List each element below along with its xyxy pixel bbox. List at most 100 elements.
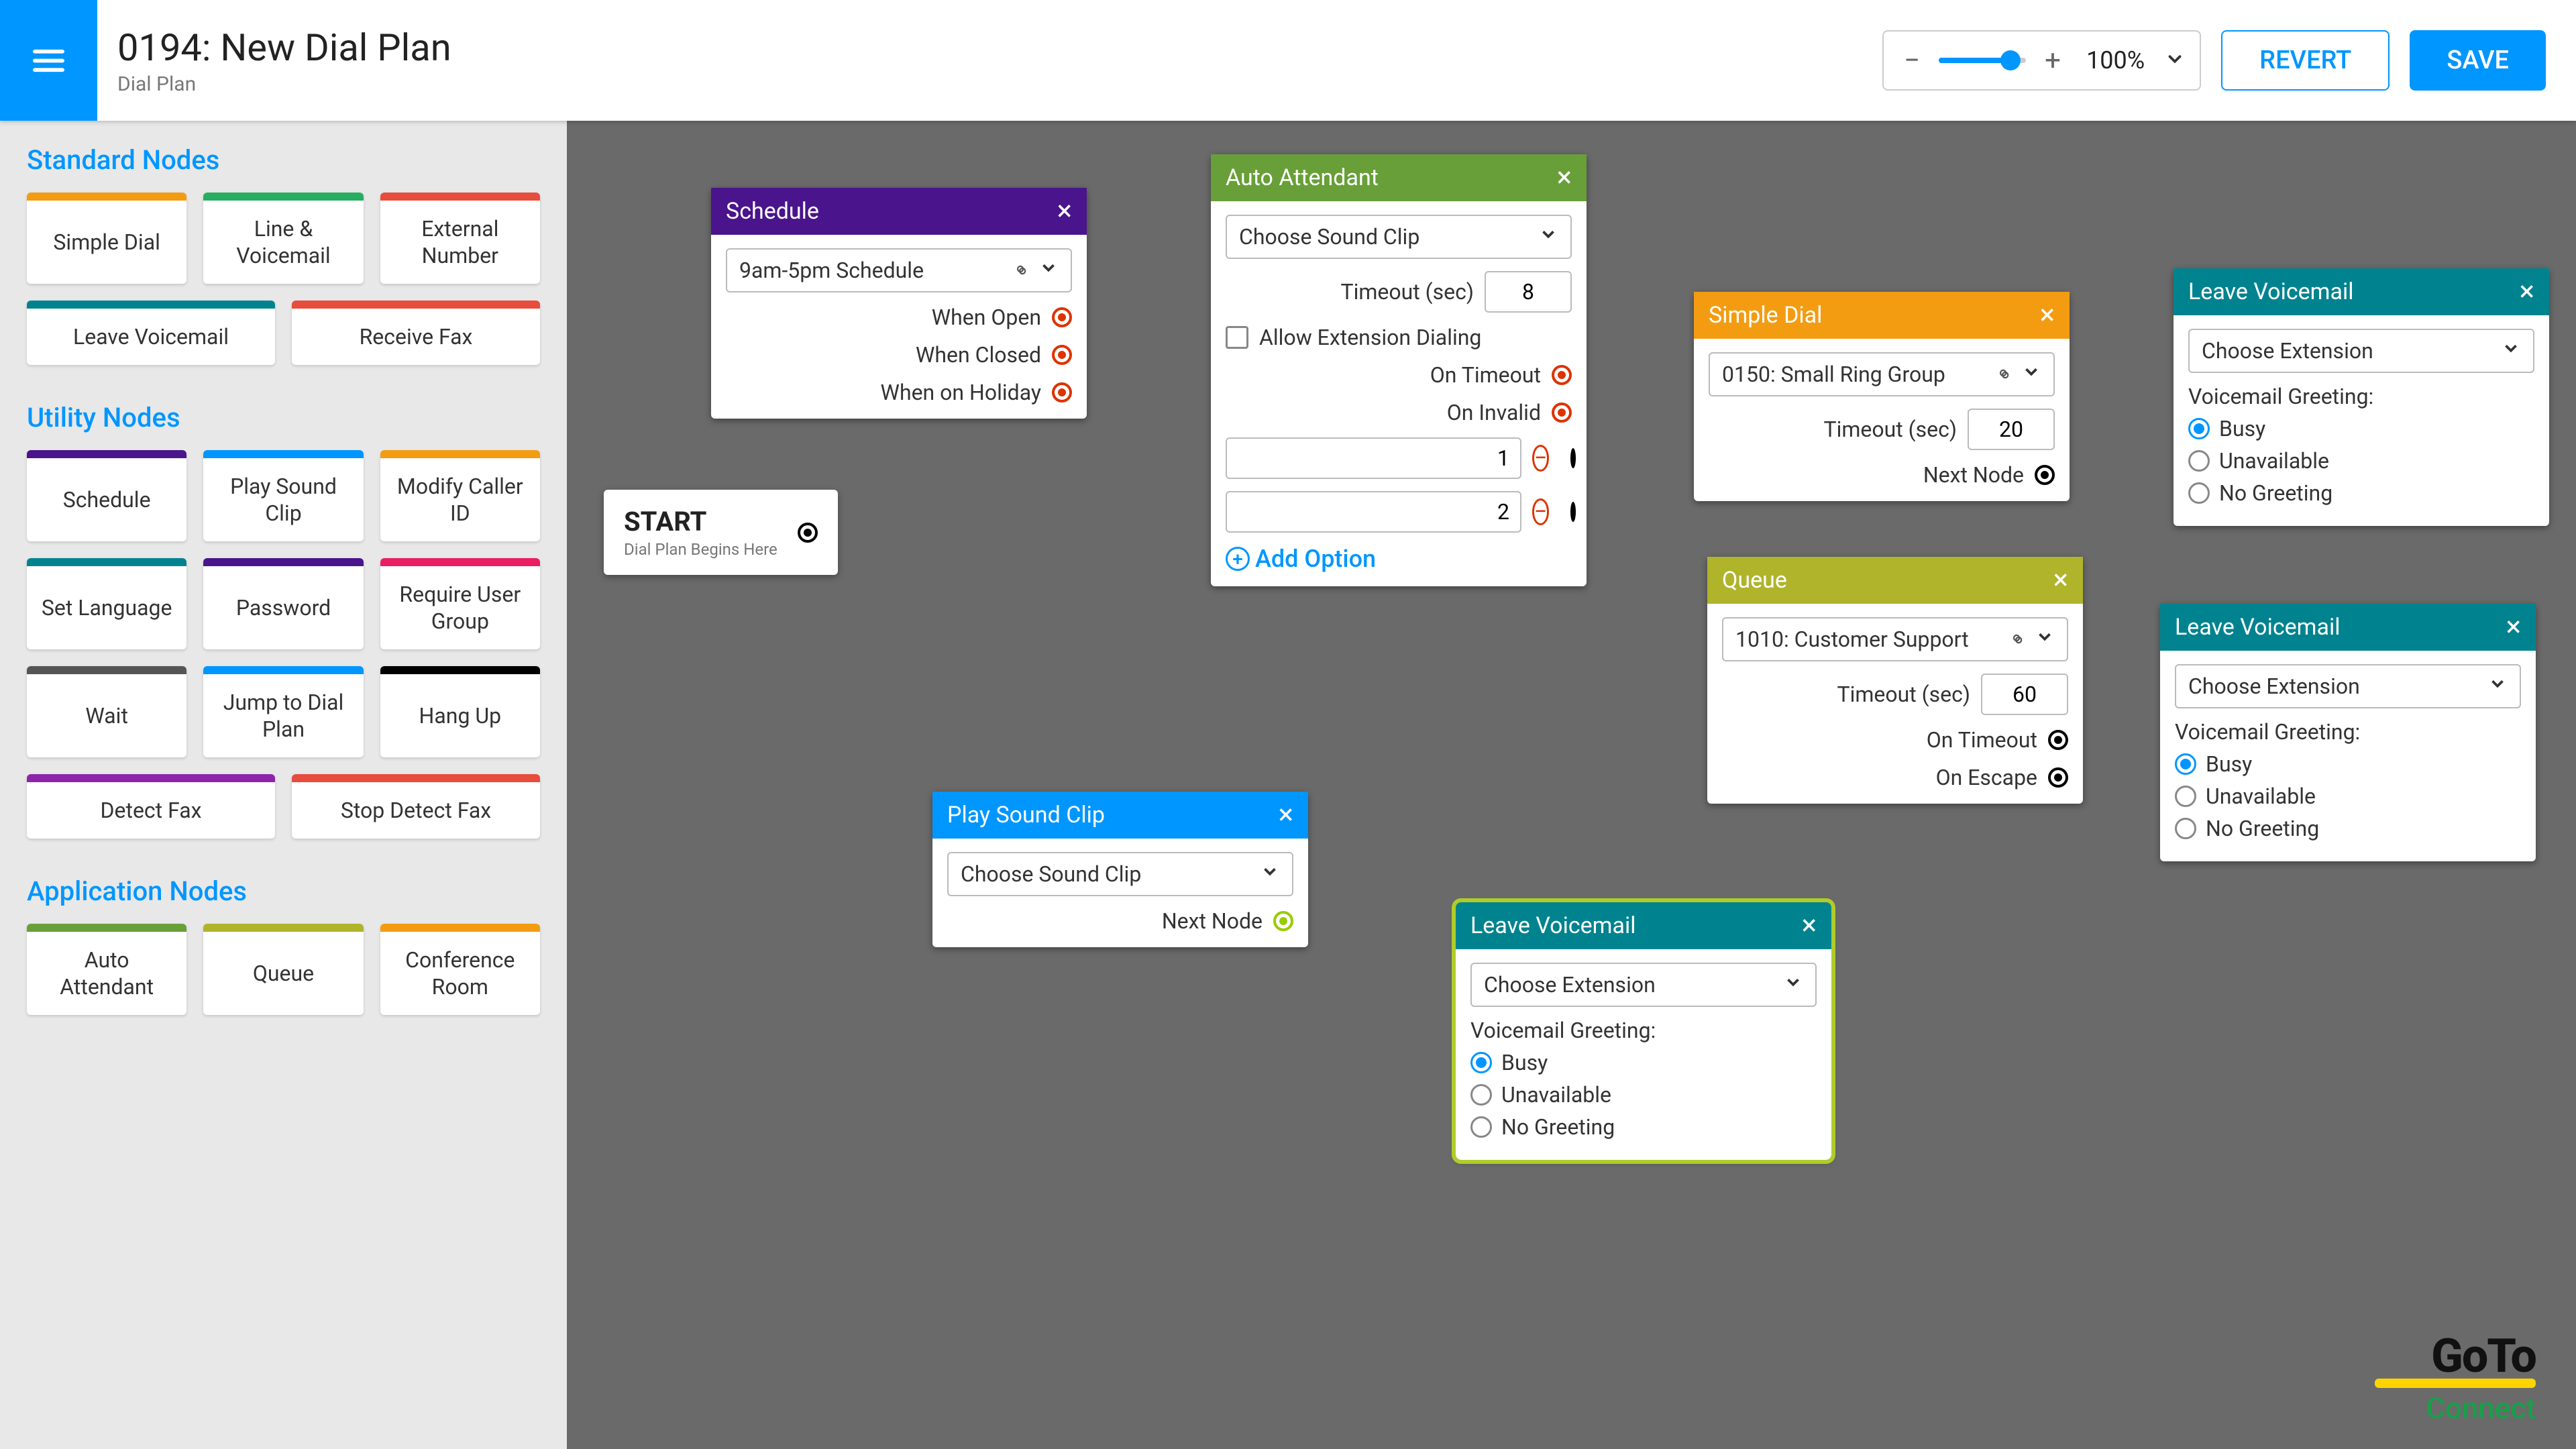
- palette-item[interactable]: Password: [203, 558, 363, 649]
- voicemail-header[interactable]: Leave Voicemail ×: [2160, 604, 2536, 651]
- voicemail-header[interactable]: Leave Voicemail ×: [2174, 268, 2549, 315]
- soundclip-select[interactable]: Choose Sound Clip: [1226, 215, 1572, 259]
- start-node[interactable]: START Dial Plan Begins Here: [604, 490, 838, 575]
- auto-attendant-node[interactable]: Auto Attendant × Choose Sound Clip Timeo…: [1211, 154, 1587, 586]
- palette-item[interactable]: Play Sound Clip: [203, 450, 363, 541]
- output-port[interactable]: [1570, 502, 1576, 522]
- link-icon: ⚭: [1989, 360, 2018, 389]
- greeting-none[interactable]: No Greeting: [1470, 1114, 1817, 1140]
- palette-item[interactable]: Modify Caller ID: [380, 450, 540, 541]
- queue-select[interactable]: 1010: Customer Support ⚭: [1722, 617, 2068, 661]
- extension-select[interactable]: Choose Extension: [1470, 963, 1817, 1007]
- output-port[interactable]: [1552, 365, 1572, 385]
- timeout-input[interactable]: [1981, 674, 2068, 715]
- palette-item[interactable]: Hang Up: [380, 666, 540, 757]
- palette-item[interactable]: Line & Voicemail: [203, 193, 363, 284]
- greeting-unavailable[interactable]: Unavailable: [2175, 784, 2521, 809]
- simple-dial-header[interactable]: Simple Dial ×: [1694, 292, 2070, 339]
- voicemail-header[interactable]: Leave Voicemail ×: [1456, 902, 1831, 949]
- palette-label: Set Language: [27, 566, 186, 649]
- palette-item[interactable]: External Number: [380, 193, 540, 284]
- output-port[interactable]: [2048, 730, 2068, 750]
- close-icon[interactable]: ×: [2053, 566, 2068, 594]
- chevron-down-icon[interactable]: [2165, 49, 2185, 72]
- greeting-unavailable[interactable]: Unavailable: [2188, 448, 2534, 474]
- greeting-busy[interactable]: Busy: [2175, 751, 2521, 777]
- close-icon[interactable]: ×: [2506, 613, 2521, 641]
- output-port[interactable]: [798, 523, 818, 543]
- close-icon[interactable]: ×: [2520, 278, 2534, 306]
- output-port[interactable]: [1052, 307, 1072, 327]
- palette-item[interactable]: Schedule: [27, 450, 186, 541]
- output-port[interactable]: [2048, 767, 2068, 788]
- palette-item[interactable]: Conference Room: [380, 924, 540, 1015]
- play-sound-header[interactable]: Play Sound Clip ×: [932, 792, 1308, 839]
- play-sound-node[interactable]: Play Sound Clip × Choose Sound Clip Next…: [932, 792, 1308, 947]
- start-title: START: [624, 506, 777, 537]
- auto-attendant-header[interactable]: Auto Attendant ×: [1211, 154, 1587, 201]
- palette-item[interactable]: Receive Fax: [292, 301, 540, 365]
- schedule-header[interactable]: Schedule ×: [711, 188, 1087, 235]
- close-icon[interactable]: ×: [1057, 197, 1072, 225]
- output-port[interactable]: [2035, 465, 2055, 485]
- palette-item[interactable]: Simple Dial: [27, 193, 186, 284]
- palette-item[interactable]: Set Language: [27, 558, 186, 649]
- output-port[interactable]: [1552, 402, 1572, 423]
- zoom-in-button[interactable]: +: [2039, 44, 2066, 77]
- queue-node[interactable]: Queue × 1010: Customer Support ⚭ Timeout…: [1707, 557, 2083, 804]
- extension-select[interactable]: Choose Extension: [2188, 329, 2534, 373]
- zoom-slider[interactable]: [1939, 58, 2026, 63]
- remove-option-button[interactable]: −: [1532, 498, 1549, 525]
- palette-item[interactable]: Leave Voicemail: [27, 301, 275, 365]
- greeting-none[interactable]: No Greeting: [2175, 816, 2521, 841]
- greeting-none[interactable]: No Greeting: [2188, 480, 2534, 506]
- output-port[interactable]: [1273, 911, 1293, 931]
- palette-item[interactable]: Auto Attendant: [27, 924, 186, 1015]
- timeout-input[interactable]: [1485, 271, 1572, 313]
- close-icon[interactable]: ×: [2040, 301, 2055, 329]
- schedule-node[interactable]: Schedule × 9am-5pm Schedule ⚭ When Open …: [711, 188, 1087, 419]
- revert-button[interactable]: REVERT: [2221, 30, 2390, 91]
- greeting-busy[interactable]: Busy: [1470, 1050, 1817, 1075]
- palette-item[interactable]: Require User Group: [380, 558, 540, 649]
- application-nodes-title: Application Nodes: [27, 875, 540, 907]
- link-icon: ⚭: [1006, 256, 1035, 285]
- output-port[interactable]: [1052, 382, 1072, 402]
- leave-voicemail-node-selected[interactable]: Leave Voicemail × Choose Extension Voice…: [1456, 902, 1831, 1160]
- palette-label: Detect Fax: [27, 782, 275, 839]
- palette-item[interactable]: Wait: [27, 666, 186, 757]
- dial-plan-canvas[interactable]: START Dial Plan Begins Here Schedule × 9…: [567, 121, 2576, 1449]
- close-icon[interactable]: ×: [1802, 912, 1817, 940]
- menu-button[interactable]: [0, 0, 97, 121]
- soundclip-select[interactable]: Choose Sound Clip: [947, 852, 1293, 896]
- allow-ext-checkbox[interactable]: [1226, 326, 1248, 349]
- timeout-input[interactable]: [1968, 409, 2055, 450]
- close-icon[interactable]: ×: [1557, 164, 1572, 192]
- palette-label: Jump to Dial Plan: [203, 674, 363, 757]
- output-port[interactable]: [1052, 345, 1072, 365]
- palette-item[interactable]: Stop Detect Fax: [292, 774, 540, 839]
- chevron-down-icon: [2501, 338, 2521, 364]
- zoom-out-button[interactable]: −: [1898, 44, 1925, 77]
- palette-label: Simple Dial: [27, 201, 186, 284]
- utility-nodes-title: Utility Nodes: [27, 402, 540, 433]
- add-option-button[interactable]: +Add Option: [1226, 545, 1572, 573]
- simple-dial-node[interactable]: Simple Dial × 0150: Small Ring Group ⚭ T…: [1694, 292, 2070, 501]
- option-input[interactable]: [1226, 491, 1521, 533]
- extension-select[interactable]: Choose Extension: [2175, 664, 2521, 708]
- queue-header[interactable]: Queue ×: [1707, 557, 2083, 604]
- greeting-unavailable[interactable]: Unavailable: [1470, 1082, 1817, 1108]
- output-port[interactable]: [1570, 448, 1576, 468]
- option-input[interactable]: [1226, 437, 1521, 479]
- schedule-select[interactable]: 9am-5pm Schedule ⚭: [726, 248, 1072, 292]
- palette-item[interactable]: Jump to Dial Plan: [203, 666, 363, 757]
- save-button[interactable]: SAVE: [2410, 30, 2546, 91]
- leave-voicemail-node[interactable]: Leave Voicemail × Choose Extension Voice…: [2160, 604, 2536, 861]
- greeting-busy[interactable]: Busy: [2188, 416, 2534, 441]
- leave-voicemail-node[interactable]: Leave Voicemail × Choose Extension Voice…: [2174, 268, 2549, 526]
- close-icon[interactable]: ×: [1279, 801, 1293, 829]
- remove-option-button[interactable]: −: [1532, 445, 1549, 472]
- palette-item[interactable]: Queue: [203, 924, 363, 1015]
- ring-group-select[interactable]: 0150: Small Ring Group ⚭: [1709, 352, 2055, 396]
- palette-item[interactable]: Detect Fax: [27, 774, 275, 839]
